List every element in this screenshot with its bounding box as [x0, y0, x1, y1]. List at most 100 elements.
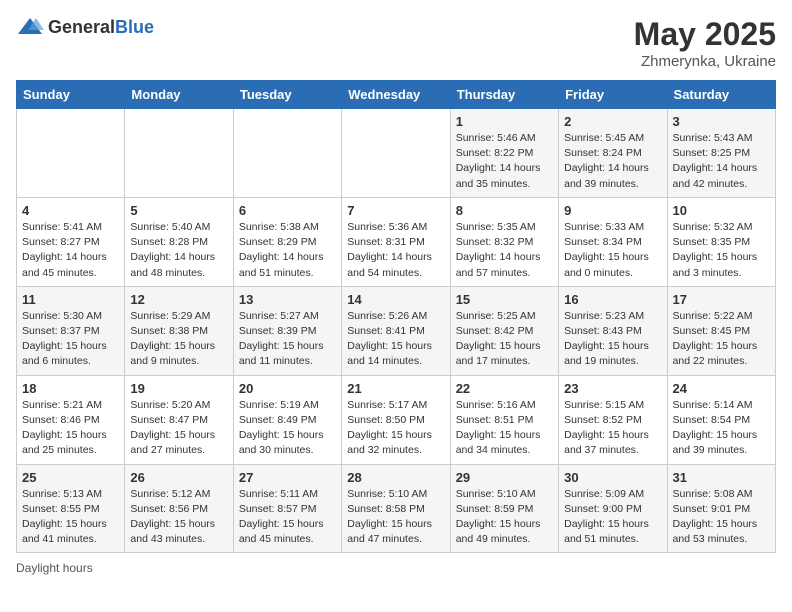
calendar-cell: 6 Sunrise: 5:38 AM Sunset: 8:29 PM Daylig… — [233, 197, 341, 286]
calendar-cell: 8Sunrise: 5:35 AM Sunset: 8:32 PM Daylig… — [450, 197, 558, 286]
day-number: 30 — [564, 470, 661, 485]
day-info: Sunrise: 5:35 AM Sunset: 8:32 PM Dayligh… — [456, 220, 553, 281]
day-info: Sunrise: 5:23 AM Sunset: 8:43 PM Dayligh… — [564, 309, 661, 370]
calendar-cell: 12 Sunrise: 5:29 AM Sunset: 8:38 PM Dayli… — [125, 286, 233, 375]
calendar-cell: 29 Sunrise: 5:10 AM Sunset: 8:59 PM Dayli… — [450, 464, 558, 553]
day-number: 18 — [22, 381, 119, 396]
day-number: 1 — [456, 114, 553, 129]
day-info: Sunrise: 5:15 AM Sunset: 8:52 PM Dayligh… — [564, 398, 661, 459]
calendar-cell: 16 Sunrise: 5:23 AM Sunset: 8:43 PM Dayli… — [559, 286, 667, 375]
calendar-cell: 5 Sunrise: 5:40 AM Sunset: 8:28 PM Daylig… — [125, 197, 233, 286]
day-number: 24 — [673, 381, 770, 396]
calendar-cell: 18 Sunrise: 5:21 AM Sunset: 8:46 PM Dayli… — [17, 375, 125, 464]
logo-general: General — [48, 17, 115, 37]
day-number: 9 — [564, 203, 661, 218]
calendar-cell — [342, 109, 450, 198]
calendar-cell: 19Sunrise: 5:20 AM Sunset: 8:47 PM Dayli… — [125, 375, 233, 464]
day-info: Sunrise: 5:10 AM Sunset: 8:59 PM Dayligh… — [456, 487, 553, 548]
day-info: Sunrise: 5:46 AM Sunset: 8:22 PM Dayligh… — [456, 131, 553, 192]
day-info: Sunrise: 5:09 AM Sunset: 9:00 PM Dayligh… — [564, 487, 661, 548]
day-info: Sunrise: 5:43 AM Sunset: 8:25 PM Dayligh… — [673, 131, 770, 192]
week-row-4: 18 Sunrise: 5:21 AM Sunset: 8:46 PM Dayli… — [17, 375, 776, 464]
calendar-cell — [17, 109, 125, 198]
day-info: Sunrise: 5:21 AM Sunset: 8:46 PM Dayligh… — [22, 398, 119, 459]
day-info: Sunrise: 5:17 AM Sunset: 8:50 PM Dayligh… — [347, 398, 444, 459]
day-info: Sunrise: 5:26 AM Sunset: 8:41 PM Dayligh… — [347, 309, 444, 370]
day-info: Sunrise: 5:11 AM Sunset: 8:57 PM Dayligh… — [239, 487, 336, 548]
day-info: Sunrise: 5:40 AM Sunset: 8:28 PM Dayligh… — [130, 220, 227, 281]
calendar-cell — [125, 109, 233, 198]
calendar-table: SundayMondayTuesdayWednesdayThursdayFrid… — [16, 80, 776, 553]
day-number: 27 — [239, 470, 336, 485]
day-number: 10 — [673, 203, 770, 218]
col-header-friday: Friday — [559, 81, 667, 109]
day-number: 15 — [456, 292, 553, 307]
calendar-cell: 31Sunrise: 5:08 AM Sunset: 9:01 PM Dayli… — [667, 464, 775, 553]
day-number: 4 — [22, 203, 119, 218]
daylight-hours-label: Daylight hours — [16, 561, 93, 575]
col-header-thursday: Thursday — [450, 81, 558, 109]
day-info: Sunrise: 5:29 AM Sunset: 8:38 PM Dayligh… — [130, 309, 227, 370]
day-number: 5 — [130, 203, 227, 218]
day-info: Sunrise: 5:19 AM Sunset: 8:49 PM Dayligh… — [239, 398, 336, 459]
calendar-cell: 7 Sunrise: 5:36 AM Sunset: 8:31 PM Daylig… — [342, 197, 450, 286]
day-number: 20 — [239, 381, 336, 396]
day-info: Sunrise: 5:14 AM Sunset: 8:54 PM Dayligh… — [673, 398, 770, 459]
col-header-sunday: Sunday — [17, 81, 125, 109]
day-number: 14 — [347, 292, 444, 307]
day-info: Sunrise: 5:12 AM Sunset: 8:56 PM Dayligh… — [130, 487, 227, 548]
day-info: Sunrise: 5:20 AM Sunset: 8:47 PM Dayligh… — [130, 398, 227, 459]
calendar-cell: 10 Sunrise: 5:32 AM Sunset: 8:35 PM Dayli… — [667, 197, 775, 286]
day-info: Sunrise: 5:30 AM Sunset: 8:37 PM Dayligh… — [22, 309, 119, 370]
day-info: Sunrise: 5:25 AM Sunset: 8:42 PM Dayligh… — [456, 309, 553, 370]
day-info: Sunrise: 5:36 AM Sunset: 8:31 PM Dayligh… — [347, 220, 444, 281]
day-number: 12 — [130, 292, 227, 307]
logo-blue: Blue — [115, 17, 154, 37]
day-info: Sunrise: 5:32 AM Sunset: 8:35 PM Dayligh… — [673, 220, 770, 281]
day-number: 16 — [564, 292, 661, 307]
footer-note: Daylight hours — [16, 561, 776, 575]
title-block: May 2025 Zhmerynka, Ukraine — [634, 16, 776, 70]
day-number: 3 — [673, 114, 770, 129]
calendar-cell: 1 Sunrise: 5:46 AM Sunset: 8:22 PM Daylig… — [450, 109, 558, 198]
logo: GeneralBlue — [16, 16, 154, 38]
day-number: 29 — [456, 470, 553, 485]
calendar-cell: 28Sunrise: 5:10 AM Sunset: 8:58 PM Dayli… — [342, 464, 450, 553]
day-info: Sunrise: 5:10 AM Sunset: 8:58 PM Dayligh… — [347, 487, 444, 548]
calendar-cell: 27 Sunrise: 5:11 AM Sunset: 8:57 PM Dayli… — [233, 464, 341, 553]
day-info: Sunrise: 5:38 AM Sunset: 8:29 PM Dayligh… — [239, 220, 336, 281]
calendar-cell: 30 Sunrise: 5:09 AM Sunset: 9:00 PM Dayli… — [559, 464, 667, 553]
logo-icon — [16, 16, 44, 38]
day-number: 23 — [564, 381, 661, 396]
day-number: 2 — [564, 114, 661, 129]
calendar-cell: 15 Sunrise: 5:25 AM Sunset: 8:42 PM Dayli… — [450, 286, 558, 375]
logo-text: GeneralBlue — [48, 17, 154, 38]
calendar-cell: 25Sunrise: 5:13 AM Sunset: 8:55 PM Dayli… — [17, 464, 125, 553]
calendar-cell: 14 Sunrise: 5:26 AM Sunset: 8:41 PM Dayli… — [342, 286, 450, 375]
col-header-monday: Monday — [125, 81, 233, 109]
calendar-cell: 13Sunrise: 5:27 AM Sunset: 8:39 PM Dayli… — [233, 286, 341, 375]
month-year: May 2025 — [634, 16, 776, 53]
day-info: Sunrise: 5:33 AM Sunset: 8:34 PM Dayligh… — [564, 220, 661, 281]
day-number: 6 — [239, 203, 336, 218]
calendar-cell: 17Sunrise: 5:22 AM Sunset: 8:45 PM Dayli… — [667, 286, 775, 375]
calendar-cell: 26Sunrise: 5:12 AM Sunset: 8:56 PM Dayli… — [125, 464, 233, 553]
day-info: Sunrise: 5:16 AM Sunset: 8:51 PM Dayligh… — [456, 398, 553, 459]
day-number: 25 — [22, 470, 119, 485]
day-number: 11 — [22, 292, 119, 307]
calendar-cell: 3 Sunrise: 5:43 AM Sunset: 8:25 PM Daylig… — [667, 109, 775, 198]
day-info: Sunrise: 5:08 AM Sunset: 9:01 PM Dayligh… — [673, 487, 770, 548]
calendar-cell: 21Sunrise: 5:17 AM Sunset: 8:50 PM Dayli… — [342, 375, 450, 464]
calendar-cell: 23 Sunrise: 5:15 AM Sunset: 8:52 PM Dayli… — [559, 375, 667, 464]
week-row-2: 4Sunrise: 5:41 AM Sunset: 8:27 PM Daylig… — [17, 197, 776, 286]
calendar-cell: 2Sunrise: 5:45 AM Sunset: 8:24 PM Daylig… — [559, 109, 667, 198]
calendar-cell: 9 Sunrise: 5:33 AM Sunset: 8:34 PM Daylig… — [559, 197, 667, 286]
day-number: 13 — [239, 292, 336, 307]
day-number: 22 — [456, 381, 553, 396]
page-header: GeneralBlue May 2025 Zhmerynka, Ukraine — [16, 16, 776, 70]
location: Zhmerynka, Ukraine — [634, 53, 776, 70]
week-row-5: 25Sunrise: 5:13 AM Sunset: 8:55 PM Dayli… — [17, 464, 776, 553]
calendar-cell — [233, 109, 341, 198]
calendar-cell: 20 Sunrise: 5:19 AM Sunset: 8:49 PM Dayli… — [233, 375, 341, 464]
day-number: 7 — [347, 203, 444, 218]
